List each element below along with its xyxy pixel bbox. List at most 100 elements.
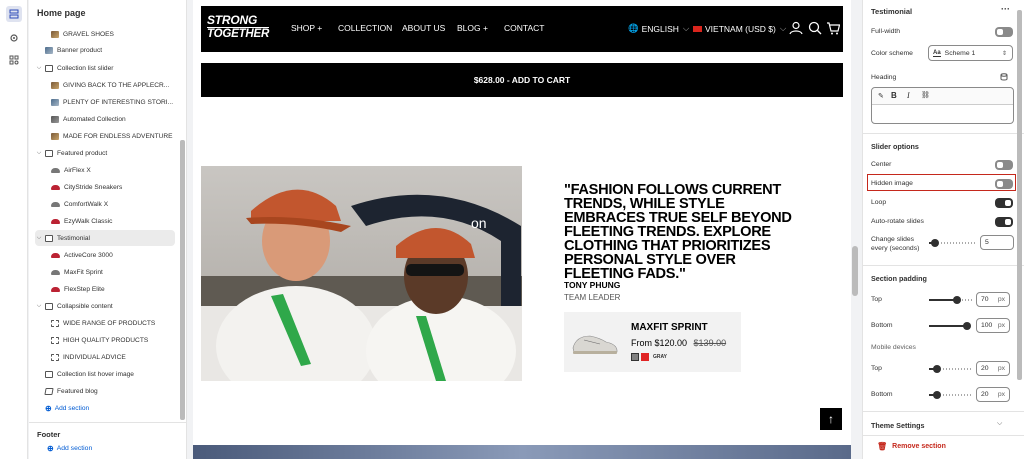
sidebar-scrollbar[interactable] (180, 140, 185, 420)
more-options-icon[interactable]: ··· (1001, 4, 1010, 14)
store-logo[interactable]: STRONG TOGETHER (207, 14, 269, 40)
magic-icon[interactable]: ✎ (878, 92, 884, 100)
database-icon[interactable] (1000, 73, 1008, 81)
hidden-image-toggle[interactable] (995, 179, 1013, 189)
sidebar-item-giving-back-to-the-applecr[interactable]: GIVING BACK TO THE APPLECR... (51, 77, 201, 93)
padding-bottom-input[interactable]: 100 px (976, 318, 1010, 333)
gear-icon[interactable] (6, 30, 22, 46)
preview-scrollbar[interactable] (852, 246, 858, 296)
autorotate-toggle[interactable] (995, 217, 1013, 227)
sidebar-item-individual-advice[interactable]: INDIVIDUAL ADVICE (51, 349, 201, 365)
account-icon[interactable] (789, 21, 803, 35)
sidebar-item-label: Collection list slider (57, 64, 114, 72)
sidebar-item-airflex-x[interactable]: AirFlex X (51, 162, 201, 178)
center-label: Center (871, 161, 892, 168)
color-scheme-value: Scheme 1 (944, 49, 976, 57)
nav-shop[interactable]: SHOP + (291, 23, 322, 33)
change-slides-slider-knob[interactable] (931, 239, 939, 247)
padding-top-input[interactable]: 70 px (976, 292, 1010, 307)
block-icon (51, 336, 59, 344)
sidebar-item-maxfit-sprint[interactable]: MaxFit Sprint (51, 264, 201, 280)
chevron-down-icon[interactable]: ⌵ (997, 420, 1002, 428)
padding-top-slider-track (962, 299, 974, 301)
remove-section-button[interactable]: 🗑 Remove section (877, 442, 946, 451)
padding-top-slider-knob[interactable] (953, 296, 961, 304)
add-to-cart-button[interactable]: $628.00 - ADD TO CART (201, 63, 843, 97)
sidebar-item-add-section[interactable]: ⊕ Add section (45, 400, 195, 416)
sidebar-item-gravel-shoes[interactable]: GRAVEL SHOES (51, 26, 201, 42)
swatch-label: GRAY (653, 354, 667, 360)
nav-contact[interactable]: CONTACT (504, 23, 544, 33)
nav-about-us[interactable]: ABOUT US (402, 23, 445, 33)
mobile-top-input[interactable]: 20 px (976, 361, 1010, 376)
language-selector[interactable]: 🌐 ENGLISH ⌵ (628, 23, 689, 34)
swatch-gray[interactable] (631, 353, 639, 361)
panel-scrollbar[interactable] (1017, 10, 1022, 380)
theme-settings-heading[interactable]: Theme Settings (871, 421, 925, 430)
loop-toggle[interactable] (995, 198, 1013, 208)
sidebar-item-featured-product[interactable]: ⌵ Featured product (35, 145, 185, 161)
chevron-down-icon[interactable]: ⌵ (35, 303, 43, 310)
sidebar-item-flexstep-elite[interactable]: FlexStep Elite (51, 281, 201, 297)
footer-add-section-button[interactable]: ⊕ Add section (47, 444, 92, 453)
change-slides-value: 5 (985, 239, 989, 246)
sidebar-item-comfortwalk-x[interactable]: ComfortWalk X (51, 196, 201, 212)
blog-icon (44, 387, 54, 395)
center-toggle[interactable] (995, 160, 1013, 170)
swatch-red[interactable] (641, 353, 649, 361)
mobile-top-slider-knob[interactable] (933, 365, 941, 373)
full-width-toggle[interactable] (995, 27, 1013, 37)
apps-icon[interactable] (6, 52, 22, 68)
loop-label: Loop (871, 199, 887, 206)
store-preview: STRONG TOGETHER SHOP + COLLECTION ABOUT … (193, 0, 851, 459)
divider (863, 435, 1024, 436)
sidebar-item-label: WIDE RANGE OF PRODUCTS (63, 319, 156, 327)
nav-collection[interactable]: COLLECTION (338, 23, 392, 33)
mobile-bottom-input[interactable]: 20 px (976, 387, 1010, 402)
sidebar-item-collection-list-hover-image[interactable]: Collection list hover image (45, 366, 195, 382)
sidebar-item-plenty-of-interesting-stori[interactable]: PLENTY OF INTERESTING STORI... (51, 94, 201, 110)
search-icon[interactable] (808, 21, 822, 35)
sidebar-item-activecore-3000[interactable]: ActiveCore 3000 (51, 247, 201, 263)
sidebar-item-high-quality-products[interactable]: HIGH QUALITY PRODUCTS (51, 332, 201, 348)
sidebar-item-ezywalk-classic[interactable]: EzyWalk Classic (51, 213, 201, 229)
sidebar-item-label: FlexStep Elite (64, 285, 105, 293)
sidebar-item-wide-range-of-products[interactable]: WIDE RANGE OF PRODUCTS (51, 315, 201, 331)
mobile-bottom-slider-knob[interactable] (933, 391, 941, 399)
autorotate-label: Auto-rotate slides (871, 218, 924, 225)
nav-blog[interactable]: BLOG + (457, 23, 488, 33)
sidebar-item-automated-collection[interactable]: Automated Collection (51, 111, 201, 127)
heading-rich-text-editor[interactable]: ✎ B I ⛓ (871, 87, 1014, 124)
section-icon (45, 370, 53, 378)
sidebar-item-made-for-endless-adventure[interactable]: MADE FOR ENDLESS ADVENTURE (51, 128, 201, 144)
chevron-down-icon: ⌵ (779, 23, 787, 33)
chevron-down-icon[interactable]: ⌵ (35, 235, 43, 242)
sidebar-item-citystride-sneakers[interactable]: CityStride Sneakers (51, 179, 201, 195)
currency-selector[interactable]: VIETNAM (USD $) ⌵ (693, 23, 786, 34)
color-scheme-label: Color scheme (871, 50, 913, 57)
back-to-top-button[interactable]: ↑ (820, 408, 842, 430)
unit-label: px (997, 391, 1005, 398)
chevron-down-icon[interactable]: ⌵ (35, 150, 43, 157)
sidebar-item-testimonial[interactable]: ⌵ Testimonial (35, 230, 175, 246)
sidebar-item-collection-list-slider[interactable]: ⌵ Collection list slider (35, 60, 185, 76)
sections-icon[interactable] (6, 6, 22, 22)
left-rail (0, 0, 28, 459)
chevron-down-icon[interactable]: ⌵ (35, 65, 43, 72)
bold-icon[interactable]: B (891, 91, 897, 100)
cart-icon[interactable] (826, 21, 840, 35)
padding-bottom-slider-knob[interactable] (963, 322, 971, 330)
link-icon[interactable]: ⛓ (921, 91, 930, 99)
mobile-bottom-slider-track (943, 394, 973, 396)
color-scheme-select[interactable]: Aa Scheme 1 ⇕ (928, 45, 1013, 61)
sidebar-item-label: PLENTY OF INTERESTING STORI... (63, 98, 174, 106)
sidebar-item-label: Add section (54, 404, 90, 412)
divider (863, 133, 1024, 134)
italic-icon[interactable]: I (907, 91, 910, 100)
sidebar-item-featured-blog[interactable]: Featured blog (44, 383, 195, 399)
sidebar-item-collapsible-content[interactable]: ⌵ Collapsible content (35, 298, 185, 314)
change-slides-input[interactable]: 5 (980, 235, 1014, 250)
padding-top-label: Top (871, 296, 882, 303)
featured-product-card[interactable]: MAXFIT SPRINT From $120.00 $139.00 GRAY (564, 312, 741, 372)
sidebar-item-banner-product[interactable]: Banner product (45, 42, 195, 58)
